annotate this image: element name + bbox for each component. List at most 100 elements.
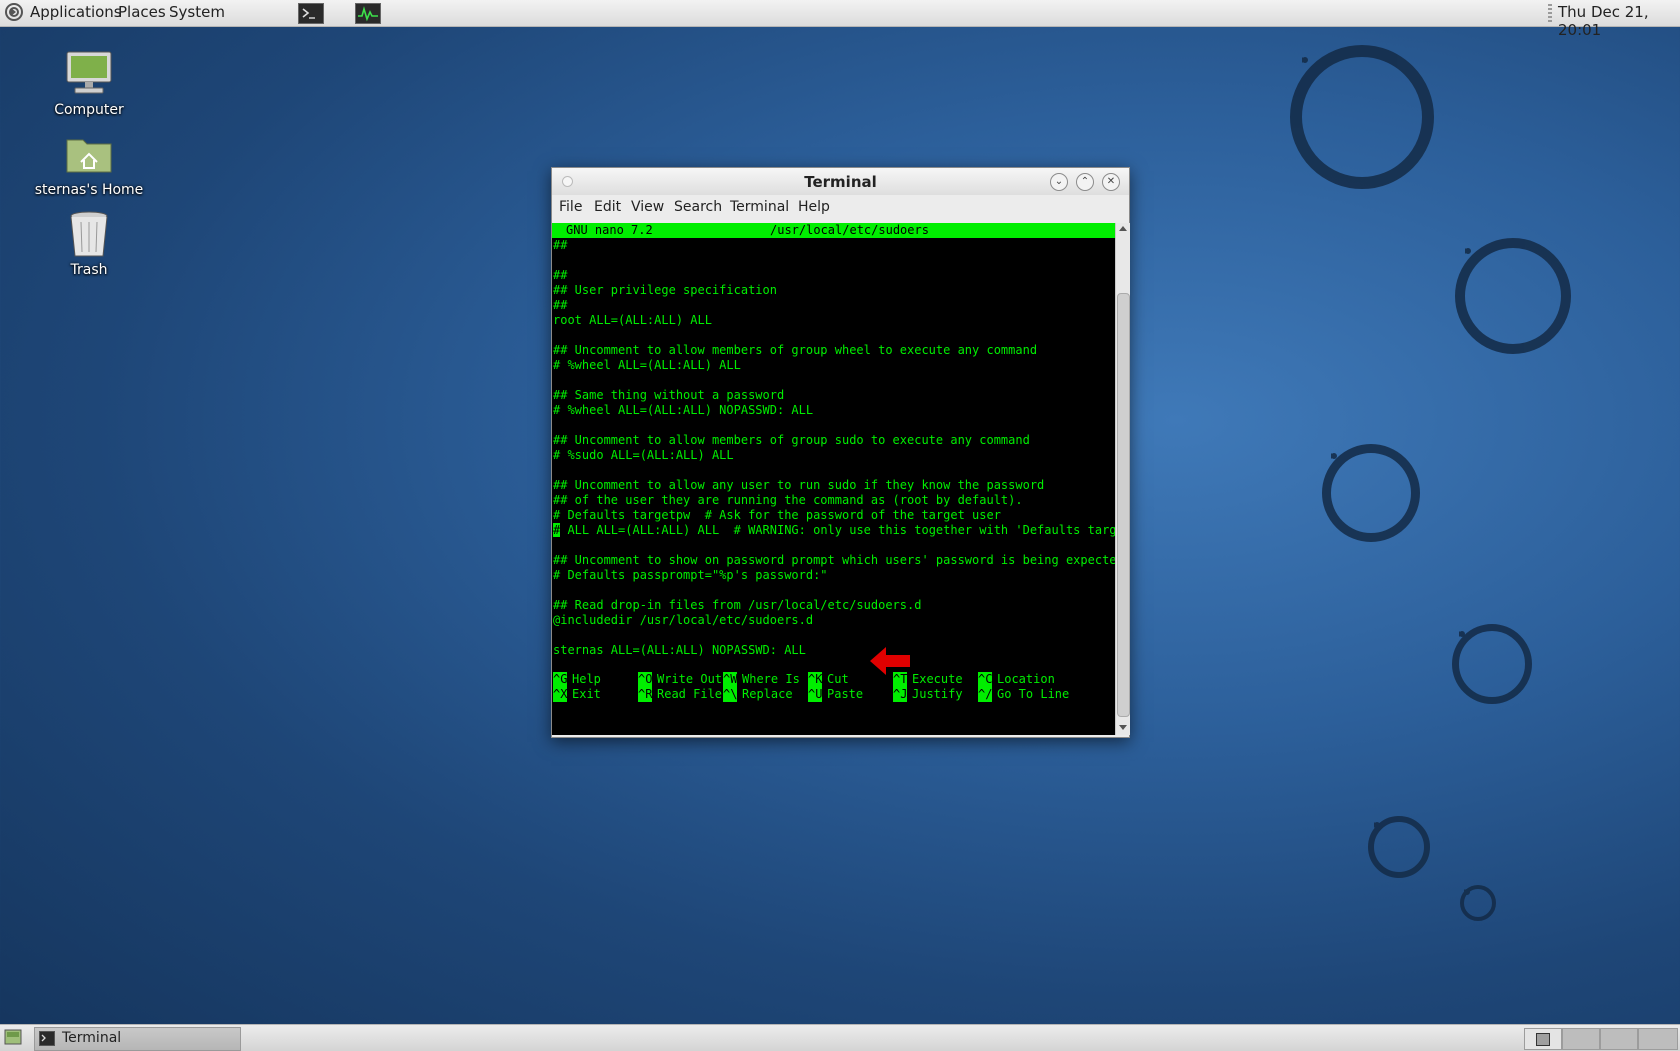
wallpaper-logo-icon — [1368, 816, 1430, 878]
red-arrow-left-icon — [868, 644, 912, 681]
window-title: Terminal — [804, 173, 877, 191]
menu-view[interactable]: View — [631, 199, 664, 215]
nano-line: # ALL ALL=(ALL:ALL) ALL # WARNING: only … — [553, 523, 1115, 538]
wallpaper-logo-icon — [1452, 624, 1532, 704]
shortcut-label: Write Out — [657, 672, 723, 686]
distro-logo-icon[interactable] — [4, 2, 24, 26]
nano-line: ## — [553, 268, 568, 282]
terminal-screen[interactable]: GNU nano 7.2 /usr/local/etc/sudoers ## ##… — [552, 223, 1115, 735]
shortcut-key: ^R — [638, 687, 653, 702]
shortcut-label: Execute — [912, 672, 963, 686]
scrollbar-thumb[interactable] — [1117, 293, 1130, 717]
shortcut-label: Location — [997, 672, 1055, 686]
minimize-icon[interactable]: ⌄ — [1050, 173, 1068, 191]
nano-line: @includedir /usr/local/etc/sudoers.d — [553, 613, 814, 627]
nano-line: ## of the user they are running the comm… — [553, 493, 1023, 507]
computer-icon — [63, 48, 115, 100]
trash-icon — [63, 208, 115, 260]
menu-search[interactable]: Search — [674, 199, 722, 215]
desktop-icon-label: sternas's Home — [34, 182, 144, 198]
wallpaper-logo-icon — [1322, 444, 1420, 542]
shortcut-label: Read File — [657, 687, 723, 701]
home-folder-icon — [63, 128, 115, 180]
window-titlebar[interactable]: Terminal ⌄ ⌃ ✕ — [552, 168, 1129, 195]
menu-help[interactable]: Help — [798, 199, 830, 215]
nano-line: sternas ALL=(ALL:ALL) NOPASSWD: ALL — [553, 643, 806, 657]
top-panel: Applications Places System Thu Dec 21, 2… — [0, 0, 1680, 39]
shortcut-label: Justify — [912, 687, 963, 701]
nano-filename: /usr/local/etc/sudoers — [770, 223, 929, 237]
nano-line-text: ALL ALL=(ALL:ALL) ALL # WARNING: only us… — [560, 523, 1115, 537]
workspace-4[interactable] — [1638, 1028, 1678, 1050]
shortcut-label: Exit — [572, 687, 601, 701]
shortcut-key: ^X — [553, 687, 568, 702]
workspace-window-icon — [1536, 1033, 1550, 1046]
terminal-window: Terminal ⌄ ⌃ ✕ File Edit View Search Ter… — [551, 167, 1130, 738]
nano-line: ## User privilege specification — [553, 283, 777, 297]
close-icon[interactable]: ✕ — [1102, 173, 1120, 191]
terminal-icon — [39, 1031, 55, 1050]
taskbar-label: Terminal — [62, 1030, 122, 1046]
show-desktop-icon[interactable] — [4, 1029, 22, 1049]
nano-line: # %wheel ALL=(ALL:ALL) ALL — [553, 358, 741, 372]
desktop-icon-computer[interactable]: Computer — [14, 48, 164, 118]
desktop-icon-home[interactable]: sternas's Home — [14, 128, 164, 198]
nano-line: ## — [553, 238, 568, 252]
scroll-down-icon[interactable] — [1119, 725, 1127, 730]
nano-line: # %sudo ALL=(ALL:ALL) ALL — [553, 448, 734, 462]
nano-version: GNU nano 7.2 — [566, 223, 653, 237]
system-monitor-launcher-icon[interactable] — [355, 3, 381, 24]
wallpaper-logo-icon — [1290, 45, 1434, 189]
shortcut-key: ^U — [808, 687, 823, 702]
wallpaper-logo-icon — [1455, 238, 1571, 354]
shortcut-key: ^C — [978, 672, 993, 687]
nano-line: # Defaults passprompt="%p's password:" — [553, 568, 828, 582]
panel-grip — [1548, 4, 1552, 22]
desktop-icon-trash[interactable]: Trash — [14, 208, 164, 278]
scroll-up-icon[interactable] — [1119, 226, 1127, 231]
bottom-panel: Terminal — [0, 1024, 1680, 1051]
shortcut-label: Where Is — [742, 672, 800, 686]
workspace-1[interactable] — [1524, 1028, 1562, 1050]
shortcut-key: ^\ — [723, 687, 738, 702]
window-menubar: File Edit View Search Terminal Help — [552, 195, 1129, 220]
desktop-icon-label: Computer — [54, 102, 124, 118]
system-menu[interactable]: System — [169, 3, 225, 21]
desktop-icon-label: Trash — [70, 262, 108, 278]
applications-menu[interactable]: Applications — [30, 3, 122, 21]
shortcut-key: ^K — [808, 672, 823, 687]
terminal-scrollbar[interactable] — [1115, 223, 1130, 735]
nano-line: ## Uncomment to allow any user to run su… — [553, 478, 1045, 492]
nano-line: root ALL=(ALL:ALL) ALL — [553, 313, 712, 327]
workspace-3[interactable] — [1600, 1028, 1638, 1050]
maximize-icon[interactable]: ⌃ — [1076, 173, 1094, 191]
menu-terminal[interactable]: Terminal — [730, 199, 789, 215]
nano-line: ## Read drop-in files from /usr/local/et… — [553, 598, 922, 612]
menu-edit[interactable]: Edit — [594, 199, 621, 215]
workspace-2[interactable] — [1562, 1028, 1600, 1050]
shortcut-key: ^/ — [978, 687, 993, 702]
nano-line: ## Same thing without a password — [553, 388, 785, 402]
nano-line: ## — [553, 298, 568, 312]
menu-file[interactable]: File — [559, 199, 582, 215]
clock[interactable]: Thu Dec 21, 20:01 — [1558, 3, 1680, 39]
taskbar-terminal-button[interactable]: Terminal — [34, 1027, 241, 1051]
nano-line: ## Uncomment to allow members of group w… — [553, 343, 1038, 357]
shortcut-label: Cut — [827, 672, 849, 686]
shortcut-key: ^J — [893, 687, 908, 702]
nano-header: GNU nano 7.2 /usr/local/etc/sudoers — [552, 223, 1115, 238]
places-menu[interactable]: Places — [118, 3, 166, 21]
shortcut-label: Go To Line — [997, 687, 1070, 701]
shortcut-label: Paste — [827, 687, 864, 701]
wallpaper-logo-icon — [1460, 885, 1496, 921]
terminal-launcher-icon[interactable] — [298, 3, 324, 24]
shortcut-key: ^W — [723, 672, 738, 687]
nano-line: ## Uncomment to allow members of group s… — [553, 433, 1030, 447]
shortcut-label: Help — [572, 672, 601, 686]
nano-line: # %wheel ALL=(ALL:ALL) NOPASSWD: ALL — [553, 403, 814, 417]
nano-line: # Defaults targetpw # Ask for the passwo… — [553, 508, 1001, 522]
nano-line: ## Uncomment to show on password prompt … — [553, 553, 1115, 567]
shortcut-label: Replace — [742, 687, 793, 701]
shortcut-key: ^O — [638, 672, 653, 687]
shortcut-key: ^G — [553, 672, 568, 687]
